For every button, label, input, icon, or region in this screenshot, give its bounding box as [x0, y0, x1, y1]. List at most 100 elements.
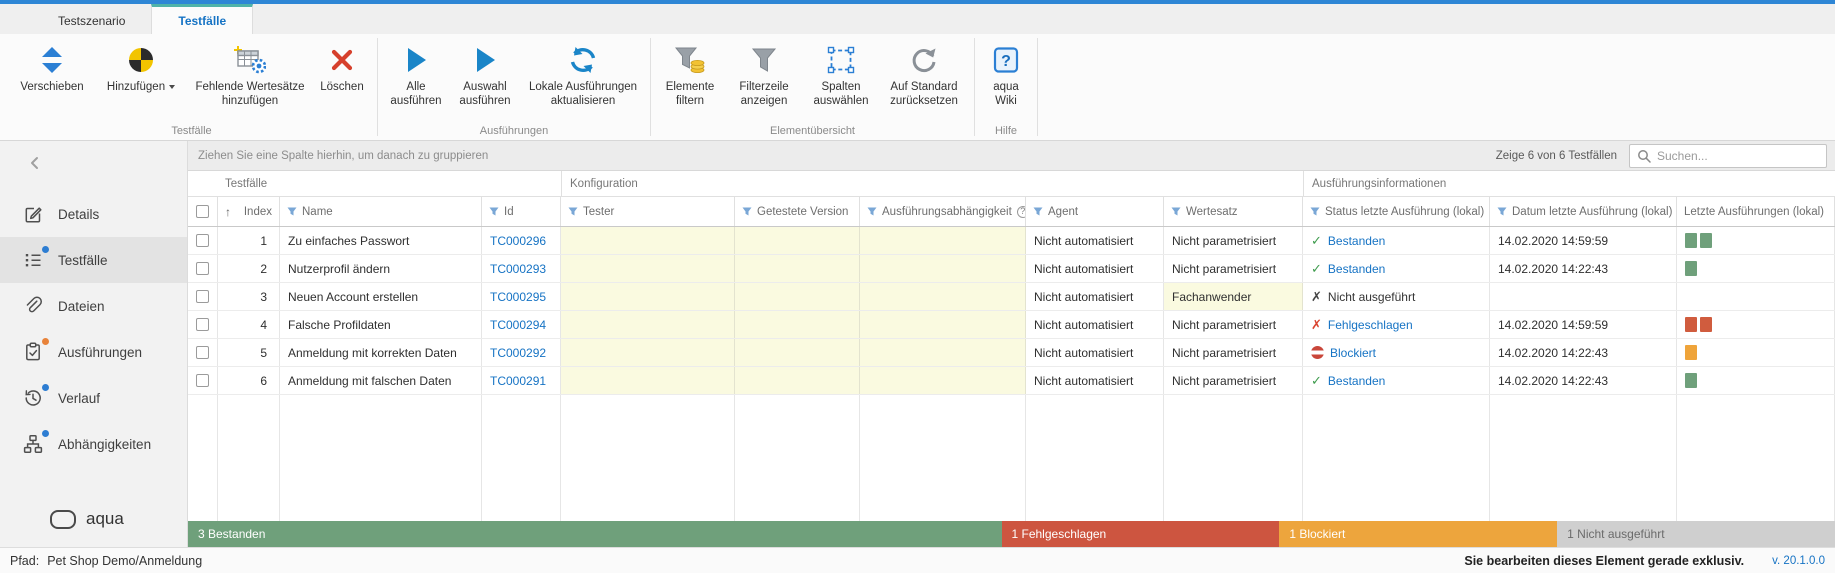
- table-row[interactable]: 4Falsche ProfildatenTC000294Nicht automa…: [188, 311, 1835, 339]
- row-select-cell: [188, 339, 218, 366]
- aqua-logo-mark: [50, 510, 76, 529]
- history-square[interactable]: [1685, 233, 1697, 248]
- row-select-cell: [188, 367, 218, 394]
- status-text: Nicht ausgeführt: [1328, 290, 1415, 304]
- history-square[interactable]: [1685, 317, 1697, 332]
- sidebar-collapse-button[interactable]: [0, 145, 187, 181]
- filter-elements-icon: [675, 44, 705, 76]
- testcase-id-link[interactable]: TC000296: [490, 234, 546, 248]
- column-header-agent[interactable]: Agent: [1026, 197, 1164, 226]
- testcase-id-link[interactable]: TC000292: [490, 346, 546, 360]
- column-header-name[interactable]: Name: [280, 197, 482, 226]
- app-window: Testszenario Testfälle Verschieben: [0, 0, 1835, 573]
- sidebar-item-abhaengigkeiten[interactable]: Abhängigkeiten: [0, 421, 187, 467]
- row-select-cell: [188, 311, 218, 338]
- table-row[interactable]: 1Zu einfaches PasswortTC000296Nicht auto…: [188, 227, 1835, 255]
- numbered-list-icon: [22, 249, 44, 271]
- sidebar-item-details[interactable]: Details: [0, 191, 187, 237]
- spalten-auswaehlen-button[interactable]: Spalten auswählen: [805, 40, 877, 113]
- column-header-getestete-version[interactable]: Getestete Version: [735, 197, 860, 226]
- status-text[interactable]: Bestanden: [1328, 262, 1385, 276]
- history-square[interactable]: [1700, 233, 1712, 248]
- status-passed-icon: ✓: [1311, 373, 1322, 389]
- select-all-checkbox[interactable]: [196, 205, 209, 218]
- grid-toolbar: Ziehen Sie eine Spalte hierhin, um danac…: [188, 141, 1835, 171]
- history-square[interactable]: [1685, 261, 1697, 276]
- row-checkbox[interactable]: [196, 318, 209, 331]
- filter-icon: [867, 207, 877, 216]
- testcase-id-link[interactable]: TC000291: [490, 374, 546, 388]
- status-text[interactable]: Bestanden: [1328, 374, 1385, 388]
- row-checkbox[interactable]: [196, 374, 209, 387]
- sidebar-item-verlauf[interactable]: Verlauf: [0, 375, 187, 421]
- column-header-datum-letzte-ausfuehrung[interactable]: Datum letzte Ausführung (lokal): [1490, 197, 1677, 226]
- column-header-tester[interactable]: Tester: [561, 197, 735, 226]
- datum-cell: 14.02.2020 14:59:59: [1490, 227, 1677, 254]
- row-checkbox[interactable]: [196, 346, 209, 359]
- row-select-cell: [188, 227, 218, 254]
- clipboard-check-icon: [22, 341, 44, 363]
- grid-body: 1Zu einfaches PasswortTC000296Nicht auto…: [188, 227, 1835, 395]
- column-header-letzte-ausfuehrungen[interactable]: Letzte Ausführungen (lokal): [1677, 197, 1835, 226]
- info-icon: ?: [1017, 206, 1026, 218]
- select-columns-icon: [827, 44, 855, 76]
- filter-icon: [1171, 207, 1181, 216]
- column-header-id[interactable]: Id: [482, 197, 561, 226]
- app-version: v. 20.1.0.0: [1772, 555, 1825, 567]
- filterzeile-anzeigen-button[interactable]: Filterzeile anzeigen: [726, 40, 802, 113]
- row-checkbox[interactable]: [196, 290, 209, 303]
- verschieben-button[interactable]: Verschieben: [12, 40, 92, 99]
- sidebar-item-testfaelle[interactable]: Testfälle: [0, 237, 187, 283]
- tab-testfaelle[interactable]: Testfälle: [151, 4, 253, 34]
- sidebar: Details Testfälle: [0, 141, 188, 547]
- sidebar-item-ausfuehrungen[interactable]: Ausführungen: [0, 329, 187, 375]
- dependency-cell: [860, 367, 1026, 394]
- version-cell: [735, 283, 860, 310]
- row-checkbox[interactable]: [196, 234, 209, 247]
- testcase-id-link[interactable]: TC000293: [490, 262, 546, 276]
- fehlende-wertesaetze-button[interactable]: Fehlende Wertesätze hinzufügen: [190, 40, 310, 113]
- column-header-status-letzte-ausfuehrung[interactable]: Status letzte Ausführung (lokal): [1303, 197, 1490, 226]
- status-segment-blockiert: 1 Blockiert: [1279, 521, 1557, 547]
- table-row[interactable]: 3Neuen Account erstellenTC000295Nicht au…: [188, 283, 1835, 311]
- status-cell: ✓ Bestanden: [1303, 367, 1490, 394]
- dropdown-caret-icon: [169, 85, 175, 89]
- aqua-wiki-button[interactable]: ? aqua Wiki: [981, 40, 1031, 113]
- history-square[interactable]: [1685, 373, 1697, 388]
- row-checkbox[interactable]: [196, 262, 209, 275]
- hinzufuegen-button[interactable]: Hinzufügen: [95, 40, 187, 99]
- column-header-wertesatz[interactable]: Wertesatz: [1164, 197, 1303, 226]
- dependency-cell: [860, 255, 1026, 282]
- status-text[interactable]: Bestanden: [1328, 234, 1385, 248]
- elemente-filtern-button[interactable]: Elemente filtern: [657, 40, 723, 113]
- testcase-id-link[interactable]: TC000295: [490, 290, 546, 304]
- column-header-index[interactable]: ↑ Index: [218, 197, 280, 226]
- history-square[interactable]: [1685, 345, 1697, 360]
- table-row[interactable]: 6Anmeldung mit falschen DatenTC000291Nic…: [188, 367, 1835, 395]
- table-row[interactable]: 2Nutzerprofil ändernTC000293Nicht automa…: [188, 255, 1835, 283]
- ribbon-separator: [1037, 38, 1038, 136]
- search-input[interactable]: [1657, 149, 1819, 163]
- testcase-id-link[interactable]: TC000294: [490, 318, 546, 332]
- loeschen-button[interactable]: Löschen: [313, 40, 371, 99]
- delete-x-icon: [330, 44, 354, 76]
- auswahl-ausfuehren-button[interactable]: Auswahl ausführen: [451, 40, 519, 113]
- add-target-icon: [127, 44, 155, 76]
- lokale-ausfuehrungen-aktualisieren-button[interactable]: Lokale Ausführungen aktualisieren: [522, 40, 644, 113]
- status-text[interactable]: Blockiert: [1330, 346, 1376, 360]
- agent-cell: Nicht automatisiert: [1026, 283, 1164, 310]
- tab-testszenario[interactable]: Testszenario: [32, 4, 151, 34]
- history-icon: [22, 387, 44, 409]
- column-header-ausfuehrungsabhaengigkeit[interactable]: Ausführungsabhängigkeit ?: [860, 197, 1026, 226]
- search-box[interactable]: [1629, 144, 1827, 168]
- sidebar-item-dateien[interactable]: Dateien: [0, 283, 187, 329]
- path-value: Pet Shop Demo/Anmeldung: [47, 554, 202, 568]
- alle-ausfuehren-button[interactable]: Alle ausführen: [384, 40, 448, 113]
- status-text[interactable]: Fehlgeschlagen: [1328, 318, 1413, 332]
- history-square[interactable]: [1700, 317, 1712, 332]
- table-row[interactable]: 5Anmeldung mit korrekten DatenTC000292Ni…: [188, 339, 1835, 367]
- auf-standard-zuruecksetzen-button[interactable]: Auf Standard zurücksetzen: [880, 40, 968, 113]
- hierarchy-icon: [22, 433, 44, 455]
- ribbon-group-label: Elementübersicht: [770, 121, 855, 140]
- datum-cell: 14.02.2020 14:22:43: [1490, 255, 1677, 282]
